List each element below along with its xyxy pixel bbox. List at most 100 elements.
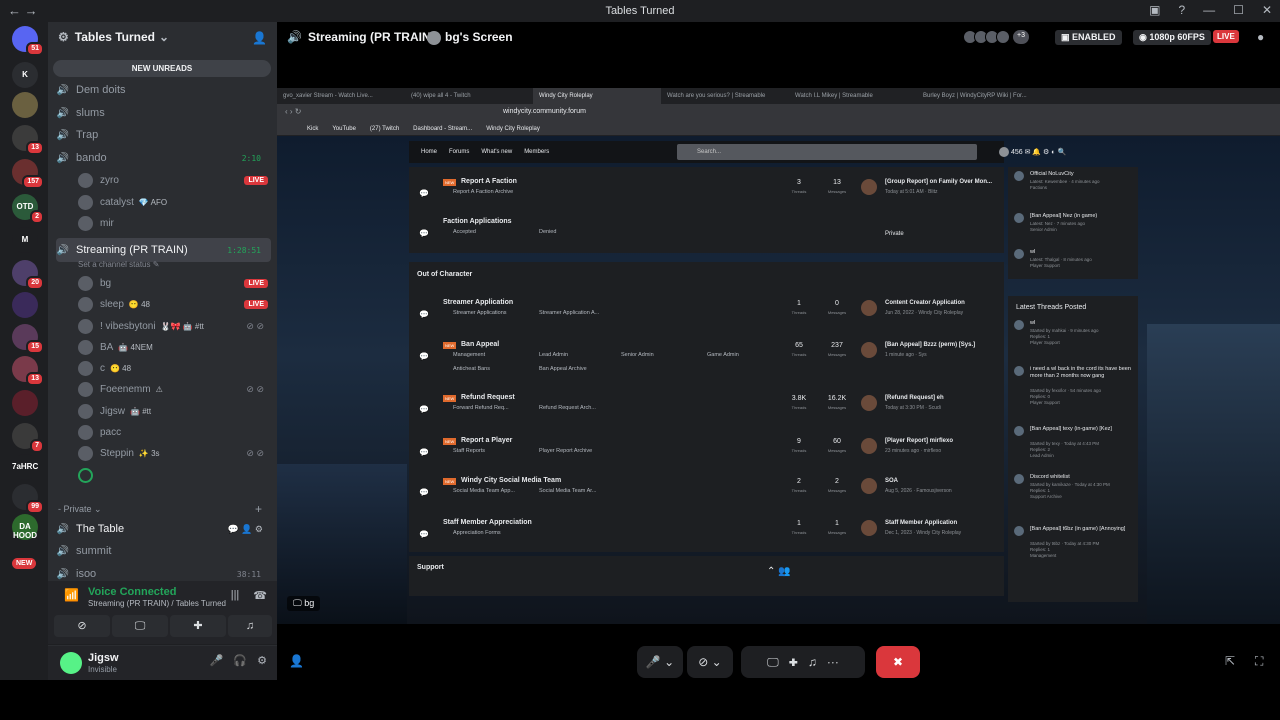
bookmark[interactable]: Dashboard - Stream... <box>413 126 472 132</box>
minimize-button[interactable]: — <box>1203 3 1215 17</box>
voice-user[interactable]: pacc <box>78 423 268 441</box>
bookmark[interactable]: YouTube <box>332 126 356 132</box>
voice-user[interactable]: c 😶 48 <box>78 359 268 377</box>
invite-icon[interactable]: 👤 <box>289 654 304 668</box>
close-button[interactable]: ✕ <box>1262 3 1272 17</box>
new-unreads-button[interactable]: NEW UNREADS <box>53 60 271 77</box>
server-icon[interactable]: 15 <box>12 324 44 354</box>
voice-user[interactable]: BA 🤖 4NEM <box>78 338 268 356</box>
browser-tab[interactable]: Windy City Roleplay <box>533 88 661 104</box>
voice-channel[interactable]: 🔊 The Table 💬 👤 ⚙ <box>56 520 271 538</box>
forum-title[interactable]: Refund Request <box>461 394 515 401</box>
screen-share-icon[interactable]: 🖵 <box>767 655 779 669</box>
voice-user[interactable]: sleep 😶 48 LIVE <box>78 295 268 313</box>
soundboard-button[interactable]: ♫ <box>228 615 272 637</box>
forum-search-input[interactable]: Search... <box>677 144 977 160</box>
add-user-icon[interactable]: 👤 <box>252 31 267 45</box>
forum-title[interactable]: Report A Faction <box>461 178 517 185</box>
server-header[interactable]: ⚙ Tables Turned ⌄ 👤 <box>48 22 277 52</box>
voice-channel-streaming[interactable]: 🔊 Streaming (PR TRAIN) 1:28:51 <box>56 238 271 262</box>
voice-user[interactable]: ! vibesbytoni 🐰🎀 🤖 #tt ⊘ ⊘ <box>78 317 268 335</box>
activities-button[interactable]: ✚ <box>170 615 226 637</box>
bookmark[interactable]: Windy City Roleplay <box>486 126 540 132</box>
avatar[interactable] <box>60 652 82 674</box>
server-icon[interactable] <box>12 92 38 118</box>
new-badge[interactable]: NEW <box>12 558 37 569</box>
subforum-link[interactable]: Forward Refund Req... <box>453 405 509 411</box>
forum-row[interactable]: 💬 NEW Windy City Social Media Team Social M… <box>409 476 1004 516</box>
forum-nav-item[interactable]: Home <box>421 149 437 155</box>
url-text[interactable]: windycity.community.forum <box>503 108 586 115</box>
subforum-link[interactable]: Appreciation Forms <box>453 530 501 536</box>
server-icon[interactable]: 157 <box>12 159 44 189</box>
forum-row[interactable]: 💬 NEW Refund Request Forward Refund Req... R… <box>409 393 1004 433</box>
subforum-link[interactable]: Social Media Team Ar... <box>539 488 596 494</box>
more-options-icon[interactable]: ⋯ <box>827 655 839 669</box>
voice-channel[interactable]: 🔊 Trap <box>56 126 271 144</box>
subforum-link[interactable]: Refund Request Arch... <box>539 405 596 411</box>
browser-tab[interactable]: Burley Boyz | WindyCityRP Wiki | For... <box>917 88 1045 104</box>
viewer-avatars[interactable]: +3 <box>963 30 1029 44</box>
subforum-link[interactable]: Anticheat Bans <box>453 366 490 372</box>
forum-nav-item[interactable]: Forums <box>449 149 469 155</box>
screen-share-button[interactable]: 🖵 <box>112 615 168 637</box>
bookmark[interactable]: Kick <box>307 126 318 132</box>
subforum-link[interactable]: Lead Admin <box>539 352 568 358</box>
disconnect-button[interactable]: ✖ <box>876 646 920 678</box>
subforum-link[interactable]: Staff Reports <box>453 448 485 454</box>
camera-off-button[interactable]: ⊘ <box>54 615 110 637</box>
server-icon[interactable]: 20 <box>12 260 44 290</box>
camera-button[interactable]: ⊘ ⌄ <box>687 646 733 678</box>
voice-user[interactable]: Steppin ✨ 3s ⊘ ⊘ <box>78 444 268 462</box>
latest-post-title[interactable]: [Refund Request] eh <box>885 395 944 401</box>
server-icon[interactable]: 7 <box>12 423 44 453</box>
browser-tab[interactable]: Watch are you serious? | Streamable <box>661 88 789 104</box>
add-channel-icon[interactable]: + <box>255 502 262 516</box>
forum-row[interactable]: 💬 Streamer Application Streamer Applicatio… <box>409 298 1004 338</box>
server-icon[interactable] <box>12 292 38 318</box>
forum-nav-item[interactable]: Members <box>524 149 549 155</box>
subforum-link[interactable]: Management <box>453 352 485 358</box>
chat-icon[interactable]: ● <box>1257 30 1264 44</box>
forum-title[interactable]: Streamer Application <box>443 299 513 306</box>
voice-channel-path[interactable]: Streaming (PR TRAIN) / Tables Turned <box>88 599 226 608</box>
voice-channel[interactable]: 🔊 bando 2:10 <box>56 149 271 167</box>
browser-nav-icons[interactable]: ‹ › ↻ <box>285 107 301 116</box>
browser-tab[interactable]: (40) wipe all 4 - Twitch <box>405 88 533 104</box>
enabled-badge[interactable]: ▣ ENABLED <box>1055 30 1122 45</box>
subforum-link[interactable]: Senior Admin <box>621 352 654 358</box>
server-icon[interactable]: 99 <box>12 484 44 514</box>
forum-title[interactable]: Staff Member Appreciation <box>443 519 532 526</box>
browser-tab[interactable]: gvo_xavier Stream - Watch Live... <box>277 88 405 104</box>
mute-button[interactable]: 🎤 ⌄ <box>637 646 683 678</box>
voice-channel[interactable]: 🔊 slums <box>56 104 271 122</box>
fullscreen-icon[interactable]: ⛶ <box>1255 654 1263 669</box>
latest-thread-title[interactable]: [Ban Appeal] texy (in-game) [Kez] <box>1030 426 1134 433</box>
channel-status[interactable]: Set a channel status ✎ <box>78 260 159 269</box>
disconnect-icon[interactable]: ☎ <box>253 589 267 602</box>
signal-icon[interactable]: 📶 <box>64 588 79 602</box>
subforum-link[interactable]: Game Admin <box>707 352 739 358</box>
forum-row[interactable]: 💬 NEW Report a Player Staff Reports Player R… <box>409 436 1004 476</box>
forum-title[interactable]: Ban Appeal <box>461 341 499 348</box>
voice-user[interactable]: Jigsw 🤖 #tt <box>78 402 268 420</box>
subforum-link[interactable]: Streamer Application A... <box>539 310 599 316</box>
voice-user[interactable]: mir <box>78 214 268 232</box>
latest-thread-title[interactable]: Discord whitelist <box>1030 474 1134 481</box>
server-icon[interactable]: OTD 2 <box>12 194 44 224</box>
quality-badge[interactable]: ◉ 1080p 60FPS <box>1133 30 1211 45</box>
category-private[interactable]: - Private ⌄ + <box>58 502 268 516</box>
voice-channel[interactable]: 🔊 summit <box>56 542 271 560</box>
popout-icon[interactable]: ⇱ <box>1225 654 1235 668</box>
server-icon[interactable]: DA HOOD <box>12 514 38 540</box>
latest-post-title[interactable]: Staff Member Application <box>885 520 957 526</box>
forum-row[interactable]: 💬 Faction Applications Accepted Denied Priva… <box>409 217 1004 257</box>
channel-action-icons[interactable]: 💬 👤 ⚙ <box>228 524 263 535</box>
subforum-link[interactable]: Report A Faction Archive <box>453 189 513 195</box>
inbox-icon[interactable]: ▣ <box>1149 3 1160 17</box>
help-icon[interactable]: ? <box>1178 3 1185 17</box>
latest-post-title[interactable]: SOA <box>885 478 898 484</box>
settings-gear-icon[interactable]: ⚙ <box>257 654 267 667</box>
server-icon[interactable]: 13 <box>12 125 44 155</box>
bookmark[interactable]: (27) Twitch <box>370 126 399 132</box>
